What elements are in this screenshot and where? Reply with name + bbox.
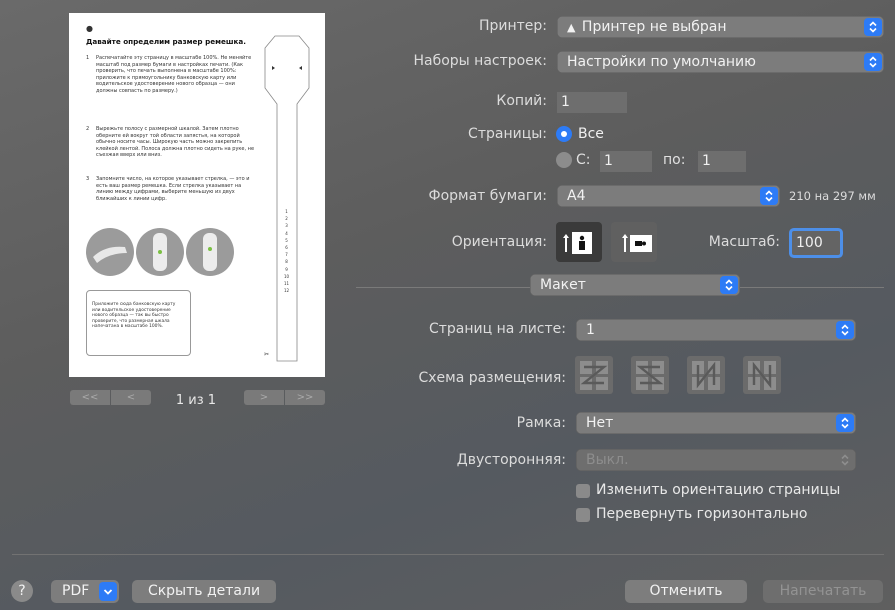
cancel-button[interactable]: Отменить bbox=[625, 580, 747, 603]
layout-direction-label: Схема размещения: bbox=[418, 370, 566, 386]
two-sided-label: Двусторонняя: bbox=[456, 452, 566, 468]
preview-step-number: 1 bbox=[86, 55, 90, 61]
reverse-orientation-checkbox[interactable] bbox=[576, 484, 590, 498]
chevron-updown-icon bbox=[836, 321, 854, 339]
first-page-button[interactable]: << bbox=[70, 390, 110, 405]
wrist-illustrations bbox=[86, 228, 234, 276]
ruler-number: 12 bbox=[283, 288, 290, 294]
chevron-updown-icon bbox=[864, 53, 882, 71]
presets-value: Настройки по умолчанию bbox=[567, 54, 756, 70]
pages-to-label: по: bbox=[663, 152, 686, 168]
card-note: Приложите сюда банковскую карту или води… bbox=[92, 302, 176, 330]
copies-field[interactable]: 1 bbox=[557, 92, 627, 113]
flip-horizontal-label: Перевернуть горизонтально bbox=[596, 506, 808, 522]
ruler-number: 6 bbox=[285, 245, 288, 251]
apple-logo: ● bbox=[86, 24, 93, 33]
warning-icon: ▲ bbox=[567, 21, 576, 34]
pages-per-sheet-value: 1 bbox=[586, 322, 595, 338]
section-popup[interactable]: Макет bbox=[530, 274, 740, 296]
copies-label: Копий: bbox=[496, 93, 547, 109]
border-label: Рамка: bbox=[516, 415, 566, 431]
paper-dimensions: 210 на 297 мм bbox=[789, 189, 876, 203]
presets-popup[interactable]: Настройки по умолчанию bbox=[557, 51, 884, 73]
scale-field[interactable]: 100 bbox=[792, 231, 840, 255]
page-indicator: 1 из 1 bbox=[175, 393, 217, 408]
preview-title: Давайте определим размер ремешка. bbox=[86, 37, 246, 46]
preview-step-text: Распечатайте эту страницу в масштабе 100… bbox=[96, 55, 252, 94]
print-preview-page: ● Давайте определим размер ремешка. 1 Ра… bbox=[69, 13, 325, 377]
layout-reverse-n-icon[interactable] bbox=[743, 356, 781, 394]
pages-all-radio[interactable] bbox=[556, 126, 572, 142]
two-sided-popup[interactable]: Выкл. bbox=[576, 449, 856, 471]
printer-popup[interactable]: ▲ Принтер не выбран bbox=[557, 16, 884, 38]
ruler-scale: 1 2 3 4 5 6 7 8 9 10 11 12 bbox=[282, 208, 291, 294]
two-sided-value: Выкл. bbox=[586, 452, 629, 468]
printer-value: Принтер не выбран bbox=[581, 19, 727, 35]
layout-z-icon[interactable] bbox=[575, 356, 613, 394]
pages-from-field[interactable]: 1 bbox=[600, 151, 652, 172]
pdf-menu-button[interactable]: PDF bbox=[51, 580, 119, 603]
pages-all-label: Все bbox=[578, 126, 604, 142]
chevron-updown-icon bbox=[760, 187, 778, 205]
preview-step-number: 3 bbox=[86, 176, 90, 182]
border-popup[interactable]: Нет bbox=[576, 412, 856, 434]
chevron-updown-icon bbox=[864, 18, 882, 36]
ruler-number: 8 bbox=[285, 259, 288, 265]
section-value: Макет bbox=[540, 277, 586, 293]
landscape-icon bbox=[622, 234, 652, 252]
preview-step-text: Запомните число, на которое указывает ст… bbox=[96, 176, 250, 202]
chevron-down-icon bbox=[99, 582, 117, 601]
print-button[interactable]: Напечатать bbox=[763, 580, 883, 603]
pages-per-sheet-popup[interactable]: 1 bbox=[576, 319, 856, 341]
preview-step-text: Вырежьте полосу с размерной шкалой. Зате… bbox=[96, 126, 255, 158]
border-value: Нет bbox=[586, 415, 614, 431]
pages-range-radio[interactable] bbox=[556, 152, 572, 168]
last-page-button[interactable]: >> bbox=[285, 390, 325, 405]
chevron-updown-icon bbox=[836, 451, 854, 469]
scale-label: Масштаб: bbox=[708, 234, 780, 250]
prev-page-button[interactable]: < bbox=[111, 390, 151, 405]
portrait-icon bbox=[563, 232, 592, 254]
hide-details-button[interactable]: Скрыть детали bbox=[132, 580, 276, 603]
ruler-number: 10 bbox=[283, 273, 290, 279]
reverse-orientation-label: Изменить ориентацию страницы bbox=[596, 482, 841, 498]
chevron-updown-icon bbox=[720, 276, 738, 294]
layout-reverse-z-icon[interactable] bbox=[631, 356, 669, 394]
paper-size-popup[interactable]: A4 bbox=[557, 185, 780, 207]
ruler-number: 5 bbox=[285, 237, 288, 243]
pages-per-sheet-label: Страниц на листе: bbox=[428, 321, 566, 337]
ruler-number: 9 bbox=[285, 266, 288, 272]
ruler-number: 3 bbox=[285, 223, 288, 229]
ruler-number: 7 bbox=[285, 252, 288, 258]
strap-ruler bbox=[264, 35, 310, 362]
ruler-number: 2 bbox=[285, 216, 288, 222]
help-button[interactable]: ? bbox=[11, 580, 33, 602]
landscape-orientation-button[interactable] bbox=[611, 222, 657, 262]
pages-from-label: С: bbox=[576, 152, 591, 168]
paper-size-label: Формат бумаги: bbox=[428, 188, 547, 204]
ruler-number: 4 bbox=[285, 230, 288, 236]
presets-label: Наборы настроек: bbox=[413, 53, 547, 69]
preview-step-number: 2 bbox=[86, 126, 90, 132]
footer-divider bbox=[12, 554, 884, 555]
pages-label: Страницы: bbox=[468, 126, 547, 142]
portrait-orientation-button[interactable] bbox=[556, 222, 602, 262]
paper-size-value: A4 bbox=[567, 188, 586, 204]
layout-n-icon[interactable] bbox=[687, 356, 725, 394]
pages-to-field[interactable]: 1 bbox=[698, 151, 746, 172]
orientation-label: Ориентация: bbox=[451, 234, 547, 250]
flip-horizontal-checkbox[interactable] bbox=[576, 508, 590, 522]
ruler-number: 11 bbox=[283, 281, 290, 287]
chevron-updown-icon bbox=[836, 414, 854, 432]
printer-label: Принтер: bbox=[478, 18, 547, 34]
ruler-number: 1 bbox=[285, 209, 288, 214]
pdf-label: PDF bbox=[62, 583, 90, 599]
next-page-button[interactable]: > bbox=[244, 390, 284, 405]
scissors-icon: ✂ bbox=[264, 351, 270, 358]
